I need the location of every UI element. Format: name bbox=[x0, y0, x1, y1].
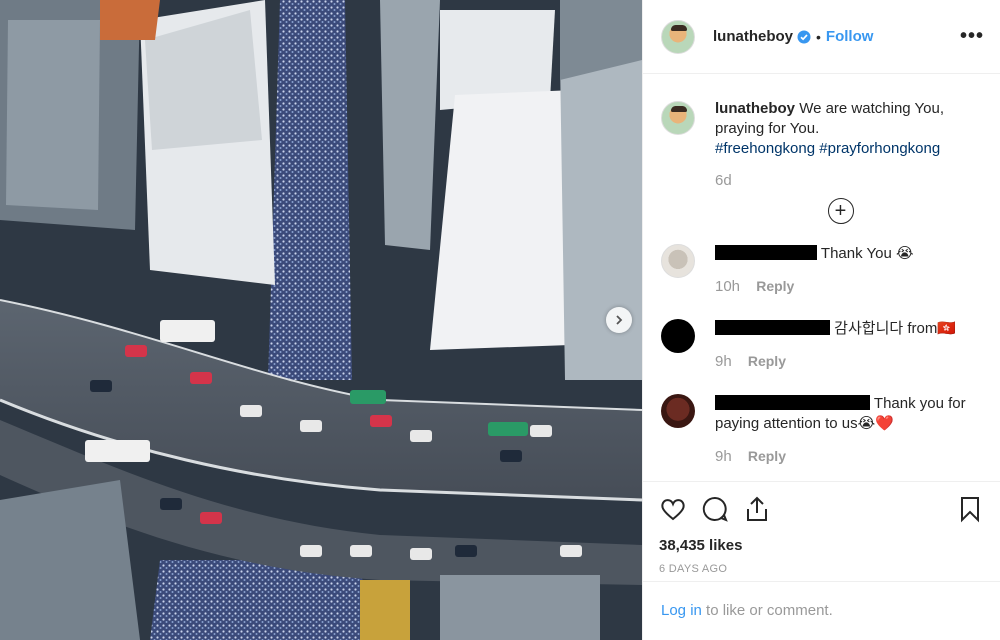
comment-body: Thank You 😭 10h Reply bbox=[715, 244, 983, 297]
comment-meta: 10h Reply bbox=[715, 276, 983, 297]
comment-body: 감사합니다 from🇭🇰 9h Reply bbox=[715, 319, 983, 372]
add-comment-icon[interactable]: + bbox=[827, 198, 854, 224]
comments-list[interactable]: lunatheboy We are watching You, praying … bbox=[643, 75, 1000, 481]
comment-item: 감사합니다 from🇭🇰 9h Reply bbox=[661, 319, 984, 372]
author-username[interactable]: lunatheboy bbox=[713, 28, 793, 45]
follow-button[interactable]: Follow bbox=[826, 28, 874, 45]
caption-body: lunatheboy We are watching You, praying … bbox=[715, 99, 975, 191]
post-side-panel: lunatheboy • Follow ••• lunatheboy We ar… bbox=[642, 0, 1000, 640]
author-avatar[interactable] bbox=[661, 19, 695, 54]
comment-meta: 9h Reply bbox=[715, 351, 983, 372]
comment-item: Thank You 😭 10h Reply bbox=[661, 244, 984, 297]
comment-time: 9h bbox=[715, 353, 732, 370]
login-link[interactable]: Log in bbox=[661, 602, 702, 619]
caption-username[interactable]: lunatheboy bbox=[715, 100, 795, 117]
verified-badge-icon bbox=[797, 30, 811, 43]
heart-icon[interactable] bbox=[659, 495, 687, 523]
post-photo[interactable] bbox=[0, 0, 642, 640]
aerial-street-photo bbox=[0, 0, 642, 640]
header-separator: • bbox=[816, 28, 821, 45]
commenter-avatar[interactable] bbox=[661, 394, 695, 428]
commenter-avatar[interactable] bbox=[661, 244, 695, 278]
login-prompt: Log in to like or comment. bbox=[643, 581, 1000, 640]
more-options-icon[interactable]: ••• bbox=[960, 25, 984, 48]
comment-text: Thank You 😭 bbox=[820, 245, 914, 262]
redacted-username bbox=[715, 320, 830, 335]
caption-time: 6d bbox=[715, 172, 732, 189]
redacted-username bbox=[715, 395, 870, 410]
commenter-avatar[interactable] bbox=[661, 319, 695, 353]
next-photo-button[interactable] bbox=[606, 307, 632, 333]
post-date: 6 DAYS AGO bbox=[659, 563, 728, 575]
share-icon[interactable] bbox=[743, 495, 771, 523]
hashtag-freehongkong[interactable]: #freehongkong bbox=[715, 140, 815, 157]
post-actions: 38,435 likes 6 DAYS AGO bbox=[643, 481, 1000, 581]
action-icons bbox=[659, 492, 984, 526]
post-caption: lunatheboy We are watching You, praying … bbox=[661, 99, 984, 191]
likes-count[interactable]: 38,435 likes bbox=[659, 537, 984, 554]
comment-body: Thank you for paying attention to us😭❤️ … bbox=[715, 394, 983, 467]
comment-meta: 9h Reply bbox=[715, 446, 983, 467]
comment-time: 10h bbox=[715, 278, 741, 295]
chevron-right-icon bbox=[616, 315, 623, 325]
post-header: lunatheboy • Follow ••• bbox=[643, 0, 1000, 74]
redacted-username bbox=[715, 245, 817, 260]
comment-item: Thank you for paying attention to us😭❤️ … bbox=[661, 394, 984, 467]
reply-button[interactable]: Reply bbox=[756, 278, 794, 294]
login-prompt-text: to like or comment. bbox=[701, 602, 833, 619]
reply-button[interactable]: Reply bbox=[748, 448, 786, 464]
comment-icon[interactable] bbox=[701, 495, 729, 523]
hashtag-prayforhongkong[interactable]: #prayforhongkong bbox=[819, 140, 940, 157]
comment-time: 9h bbox=[715, 448, 732, 465]
caption-avatar[interactable] bbox=[661, 101, 695, 135]
bookmark-icon[interactable] bbox=[956, 495, 984, 523]
load-more-wrapper: + bbox=[697, 198, 984, 224]
reply-button[interactable]: Reply bbox=[748, 353, 786, 369]
comment-text: 감사합니다 from🇭🇰 bbox=[834, 320, 957, 337]
